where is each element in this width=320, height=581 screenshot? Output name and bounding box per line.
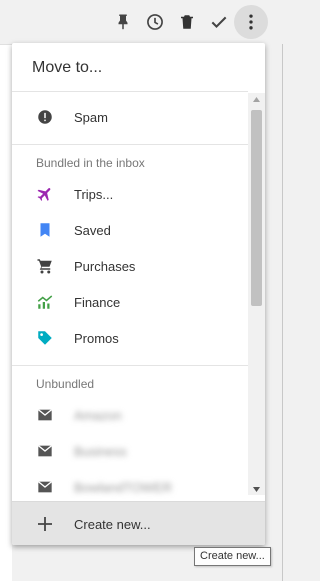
menu-item-label: Finance [74,294,121,310]
menu-item-label: Purchases [74,258,136,274]
menu-item-saved[interactable]: Saved [12,212,248,248]
menu-item-label: Business [74,443,127,459]
more-vert-icon [249,14,253,30]
create-new-button[interactable]: Create new... [12,501,265,545]
divider [282,44,283,581]
toolbar [0,0,285,44]
menu-item-label: Saved [74,222,111,238]
scrollbar-thumb[interactable] [251,110,262,306]
finance-chart-icon [36,293,54,311]
tag-icon [36,329,54,347]
pin-icon[interactable] [111,10,135,34]
menu-item-spam[interactable]: Spam [12,99,248,135]
menu-item-label: Trips... [74,186,114,202]
section-label-bundled: Bundled in the inbox [36,156,145,170]
section-label-unbundled: Unbundled [36,377,95,391]
label-icon [36,478,54,496]
done-check-icon[interactable] [207,10,231,34]
scroll-down-arrow-icon[interactable] [248,483,265,495]
menu-item-unbundled-label[interactable]: Business [12,433,248,469]
menu-item-trips[interactable]: Trips... [12,176,248,212]
scroll-up-arrow-icon[interactable] [248,93,265,105]
menu-title: Move to... [32,59,103,76]
label-icon [36,406,54,424]
background-panel [0,44,12,581]
label-icon [36,442,54,460]
divider [0,44,12,45]
menu-item-label: Amazon [74,407,122,423]
menu-item-label: Promos [74,330,119,346]
move-to-menu: Move to... Spam Bundled in the inbox Tri… [12,43,265,545]
menu-item-finance[interactable]: Finance [12,284,248,320]
plus-icon [36,515,54,533]
more-vert-button[interactable] [234,5,268,39]
menu-item-unbundled-label[interactable]: BowlandTOWER [12,469,248,505]
menu-item-promos[interactable]: Promos [12,320,248,356]
menu-item-label: Spam [74,109,108,125]
menu-item-purchases[interactable]: Purchases [12,248,248,284]
menu-item-label: BowlandTOWER [74,479,173,495]
tooltip: Create new... [194,547,271,566]
snooze-clock-icon[interactable] [143,10,167,34]
spam-icon [36,108,54,126]
divider [12,144,248,145]
airplane-icon [36,185,54,203]
shopping-cart-icon [36,257,54,275]
divider [12,365,248,366]
bookmark-icon [36,221,54,239]
menu-item-unbundled-label[interactable]: Amazon [12,397,248,433]
trash-icon[interactable] [175,10,199,34]
divider [12,91,248,92]
create-new-label: Create new... [74,517,151,532]
menu-scrollbar[interactable] [248,93,265,495]
